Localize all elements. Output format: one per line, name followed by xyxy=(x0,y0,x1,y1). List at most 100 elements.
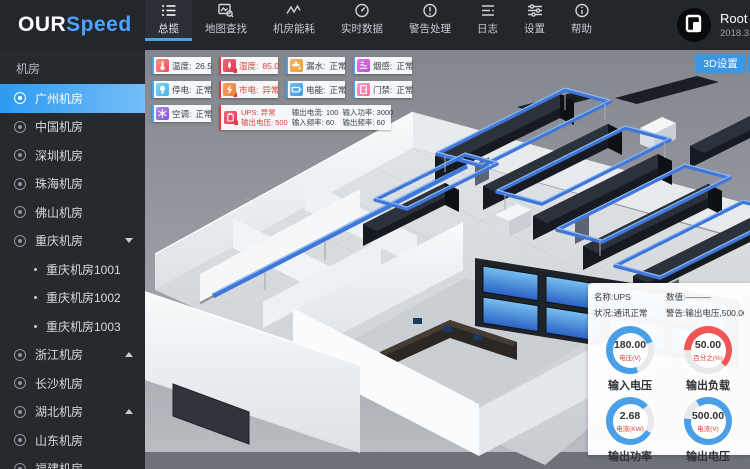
tab-label: 帮助 xyxy=(571,21,592,36)
ups-gauges: 180.00电压(V) 输入电压 50.00百分之(%) 输出负载 2.68电流… xyxy=(594,326,744,464)
top-bar: OURSpeed 总揽 地图查找 机房能耗 实时数据 xyxy=(0,0,750,50)
caret-down-icon xyxy=(125,238,133,243)
sidebar-item-zhejiang[interactable]: 浙江机房 xyxy=(0,341,145,370)
tab-label: 日志 xyxy=(477,21,498,36)
room-bullseye-icon xyxy=(14,463,26,469)
status-badge-power-outage[interactable]: 停电:正常 xyxy=(152,81,211,98)
sidebar-item-zhongguo[interactable]: 中国机房 xyxy=(0,113,145,142)
status-badge-battery[interactable]: 电能:正常 xyxy=(286,81,345,98)
map-search-icon xyxy=(218,3,234,18)
ups-title: UPS: 异常 xyxy=(241,108,288,118)
gauge-name: 输入电压 xyxy=(608,377,652,393)
detail-value: 数值:——— xyxy=(666,291,744,303)
ups-output-current: 输出电流: 100 xyxy=(292,108,339,118)
smoke-sensor-icon xyxy=(357,59,370,72)
ups-metrics-column: 输入功率: 3000 输出频率: 60 xyxy=(342,108,393,128)
room-bullseye-icon xyxy=(14,206,26,218)
energy-usage-icon xyxy=(286,3,302,18)
tab-label: 设置 xyxy=(524,21,545,36)
tab-energy-usage[interactable]: 机房能耗 xyxy=(260,0,328,41)
bullet-icon xyxy=(34,325,37,328)
sidebar-item-foshan[interactable]: 佛山机房 xyxy=(0,198,145,227)
tab-label: 机房能耗 xyxy=(273,21,315,36)
room-bullseye-icon xyxy=(14,377,26,389)
status-badge-door-access[interactable]: 门禁:正常 xyxy=(353,81,412,98)
room-sidebar: 机房 广州机房 中国机房 深圳机房 珠海机房 佛山机房 重庆机房 重庆机房100… xyxy=(0,50,145,469)
detail-status: 状况:通讯正常 xyxy=(594,307,664,319)
output-load-gauge: 50.00百分之(%) xyxy=(684,326,732,374)
status-badge-air-conditioner[interactable]: 空调:正常 xyxy=(152,105,211,122)
ups-detail-rows: 名称:UPS 数值:——— 状况:通讯正常 警告:输出电压,500.00,20 xyxy=(594,291,744,319)
tab-settings[interactable]: 设置 xyxy=(511,0,558,41)
gauge-name: 输出功率 xyxy=(608,448,652,464)
datacenter-3d-viewport[interactable]: 温度:26.5 湿度:85.0 漏水:正常 烟感:正常 停电:正常 市电:异常 … xyxy=(145,50,750,469)
sidebar-item-guangzhou[interactable]: 广州机房 xyxy=(0,84,145,113)
app-logo: OURSpeed xyxy=(18,0,132,50)
overview-list-icon xyxy=(161,3,177,18)
warning-icon xyxy=(234,120,238,125)
tab-logs[interactable]: 日志 xyxy=(464,0,511,41)
tab-help[interactable]: 帮助 xyxy=(558,0,605,41)
ups-output-voltage: 输出电压: 500 xyxy=(241,118,288,128)
room-bullseye-icon xyxy=(14,149,26,161)
status-badge-water-leak[interactable]: 漏水:正常 xyxy=(286,57,345,74)
sidebar-item-shenzhen[interactable]: 深圳机房 xyxy=(0,141,145,170)
tab-alerts[interactable]: 警告处理 xyxy=(396,0,464,41)
gauge-readout: 180.00电压(V) xyxy=(606,326,654,374)
gauge-readout: 2.68电流(KW) xyxy=(606,397,654,445)
ups-icon xyxy=(224,111,237,124)
sidebar-item-shandong[interactable]: 山东机房 xyxy=(0,426,145,455)
tab-overview[interactable]: 总揽 xyxy=(145,0,192,41)
realtime-gauge-icon xyxy=(354,3,370,18)
gauge-readout: 500.00电流(V) xyxy=(684,397,732,445)
input-voltage-gauge: 180.00电压(V) xyxy=(606,326,654,374)
sidebar-header: 机房 xyxy=(0,50,145,84)
gauge-cell: 50.00百分之(%) 输出负载 xyxy=(672,326,744,393)
tab-realtime-data[interactable]: 实时数据 xyxy=(328,0,396,41)
sidebar-item-chongqing[interactable]: 重庆机房 xyxy=(0,227,145,256)
3d-settings-button[interactable]: 3D设置 xyxy=(695,54,746,73)
output-voltage-gauge: 500.00电流(V) xyxy=(684,397,732,445)
brand-avatar-icon xyxy=(676,7,712,43)
logs-icon xyxy=(480,3,496,18)
room-bullseye-icon xyxy=(14,178,26,190)
user-name: Root Man xyxy=(720,11,750,26)
water-leak-icon xyxy=(290,59,303,72)
power-outage-bulb-icon xyxy=(156,83,169,96)
status-badge-temperature[interactable]: 温度:26.5 xyxy=(152,57,211,74)
gauge-name: 输出负载 xyxy=(686,377,730,393)
caret-up-icon xyxy=(125,352,133,357)
ups-status-panel[interactable]: UPS: 异常 输出电压: 500 输出电流: 100 输入频率: 60 输入功… xyxy=(219,105,391,130)
tab-label: 地图查找 xyxy=(205,21,247,36)
sidebar-item-zhuhai[interactable]: 珠海机房 xyxy=(0,170,145,199)
datetime-text: 2018.3.15 12: xyxy=(720,28,750,39)
sidebar-subitem-chongqing-1001[interactable]: 重庆机房1001 xyxy=(0,255,145,284)
ups-alarm-column: UPS: 异常 输出电压: 500 xyxy=(241,108,288,128)
ups-output-frequency: 输出频率: 60 xyxy=(342,118,393,128)
tab-label: 警告处理 xyxy=(409,21,451,36)
tab-map-search[interactable]: 地图查找 xyxy=(192,0,260,41)
sidebar-item-changsha[interactable]: 长沙机房 xyxy=(0,369,145,398)
sidebar-item-fujian[interactable]: 福建机房 xyxy=(0,455,145,469)
warning-icon xyxy=(233,92,237,97)
help-icon xyxy=(574,3,590,18)
sidebar-subitem-chongqing-1003[interactable]: 重庆机房1003 xyxy=(0,312,145,341)
thermometer-icon xyxy=(156,59,169,72)
room-bullseye-icon xyxy=(14,406,26,418)
sidebar-subitem-chongqing-1002[interactable]: 重庆机房1002 xyxy=(0,284,145,313)
main-nav: 总揽 地图查找 机房能耗 实时数据 警告处理 xyxy=(145,0,605,41)
output-power-gauge: 2.68电流(KW) xyxy=(606,397,654,445)
user-account[interactable]: Root Man 2018.3.15 12: xyxy=(676,7,750,43)
status-badge-humidity[interactable]: 湿度:85.0 xyxy=(219,57,278,74)
room-bullseye-icon xyxy=(14,92,26,104)
caret-up-icon xyxy=(125,409,133,414)
gauge-cell: 180.00电压(V) 输入电压 xyxy=(594,326,666,393)
room-bullseye-icon xyxy=(14,235,26,247)
detail-name: 名称:UPS xyxy=(594,291,664,303)
sidebar-item-hubei[interactable]: 湖北机房 xyxy=(0,398,145,427)
gauge-readout: 50.00百分之(%) xyxy=(684,326,732,374)
door-access-icon xyxy=(357,83,370,96)
tab-label: 总揽 xyxy=(158,21,179,36)
status-badge-mains-power[interactable]: 市电:异常 xyxy=(219,81,278,98)
status-badge-smoke[interactable]: 烟感:正常 xyxy=(353,57,412,74)
